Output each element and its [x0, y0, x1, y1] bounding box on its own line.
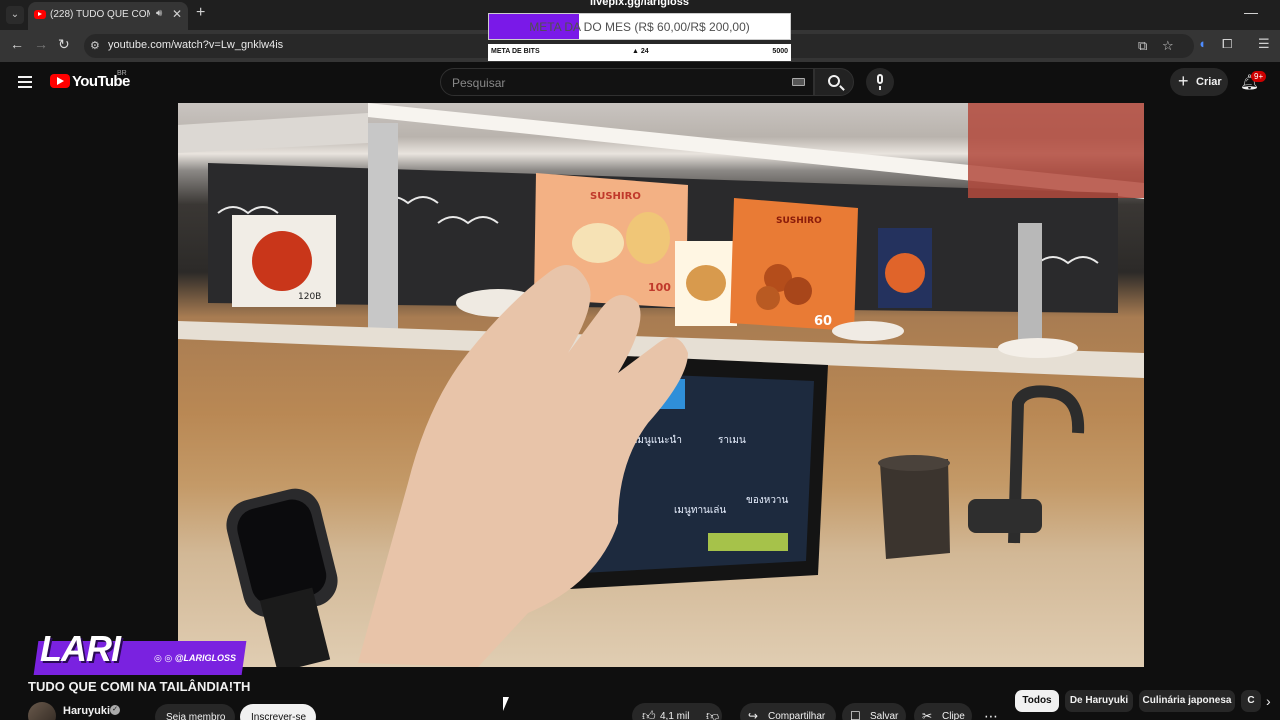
tablet-tile-2: เมนูแนะนำ	[634, 435, 682, 446]
poster-sushiro-2: SUSHIRO	[776, 216, 822, 226]
video-title: TUDO QUE COMI NA TAILÂNDIA!TH	[28, 679, 251, 694]
share-button[interactable]: ↪ Compartilhar	[740, 703, 836, 720]
chevron-right-icon[interactable]: ›	[1266, 693, 1271, 709]
video-player[interactable]: 120B SUSHIRO 100 SUSHIRO 60 เมนูแนะนำ เม…	[178, 103, 1144, 667]
chip-culinaria-japonesa[interactable]: Culinária japonesa	[1139, 690, 1235, 712]
menu-hamburger-icon[interactable]	[18, 76, 32, 91]
bits-goal-bar: META DE BITS ▲ 24 5000	[488, 44, 791, 61]
poster-sushiro-1: SUSHIRO	[590, 191, 641, 202]
tab-title: (228) TUDO QUE COMI NA TAILÂNDIA	[50, 9, 150, 20]
chip-partial[interactable]: C	[1241, 690, 1261, 712]
donation-goal-text: META DA DO MES (R$ 60,00/R$ 200,00)	[529, 20, 750, 34]
tablet-tile-6: ของหวาน	[746, 495, 789, 506]
video-frame: 120B SUSHIRO 100 SUSHIRO 60 เมนูแนะนำ เม…	[178, 103, 1144, 667]
poster-price-2: 100	[648, 281, 671, 294]
chrome-pillar	[368, 123, 398, 333]
tablet-tile-3: ราเมน	[718, 435, 746, 446]
browser-tab-active[interactable]: (228) TUDO QUE COMI NA TAILÂNDIA 🔊︎ ✕	[28, 2, 188, 30]
thumbs-up-icon: 👍︎	[642, 708, 656, 720]
close-icon[interactable]: ✕	[172, 7, 182, 21]
scissors-icon: ✂	[922, 709, 933, 720]
search-button[interactable]	[814, 68, 854, 96]
tablet-tile-5: เมนูทานเล่น	[674, 505, 726, 516]
share-arrow-icon: ↪	[748, 709, 759, 720]
search-placeholder: Pesquisar	[452, 76, 506, 90]
clip-button[interactable]: ✂ Clipe	[914, 703, 972, 720]
chip-label: C	[1247, 695, 1255, 706]
livepix-url: livepix.gg/larigloss	[589, 0, 690, 8]
speaker-icon[interactable]: 🔊︎	[156, 8, 162, 19]
microphone-icon	[877, 74, 883, 84]
create-label: Criar	[1196, 76, 1222, 88]
search-icon	[828, 75, 840, 87]
keyboard-icon[interactable]	[792, 78, 805, 86]
tab-search-chevron-icon[interactable]: ⌄	[6, 6, 24, 24]
streamer-handle-text: @LARIGLOSS	[174, 653, 236, 663]
bits-goal-current: ▲ 24	[632, 48, 649, 55]
streamer-handle: ◎ ◎ @LARIGLOSS	[154, 653, 236, 663]
like-button[interactable]: 👍︎ 4,1 mil 👎︎	[632, 703, 722, 720]
share-label: Compartilhar	[768, 711, 826, 720]
subscribe-label: Inscrever-se	[251, 712, 307, 720]
reload-icon[interactable]: ↻	[58, 36, 70, 53]
site-info-icon[interactable]: ⚙	[90, 39, 100, 52]
back-arrow-icon[interactable]: ←	[10, 36, 24, 52]
subscribe-button[interactable]: Inscrever-se	[240, 704, 316, 720]
donation-goal-bar: META DA DO MES (R$ 60,00/R$ 200,00)	[488, 13, 791, 40]
channel-avatar[interactable]	[28, 702, 56, 720]
bookmark-star-icon[interactable]: ☆	[1162, 38, 1174, 54]
notification-count-badge: 9+	[1251, 71, 1267, 82]
tea-cup	[880, 459, 950, 559]
save-playlist-icon: ☐	[850, 709, 861, 720]
chip-label: Culinária japonesa	[1142, 695, 1232, 706]
verified-check-icon: ✓	[110, 705, 120, 715]
search-input[interactable]: Pesquisar	[440, 68, 814, 96]
voice-search-button[interactable]	[866, 68, 894, 96]
mouse-cursor-icon	[503, 697, 509, 711]
thumbs-down-icon[interactable]: 👎︎	[706, 708, 719, 720]
window-minimize-icon[interactable]: —	[1244, 4, 1258, 20]
chip-de-haruyuki[interactable]: De Haruyuki	[1065, 690, 1133, 712]
extensions-puzzle-icon[interactable]: ⧠	[1222, 36, 1232, 52]
join-button[interactable]: Seja membro	[155, 704, 235, 720]
clip-label: Clipe	[942, 711, 965, 720]
youtube-region-code: BR	[117, 70, 127, 77]
chip-label: De Haruyuki	[1069, 695, 1129, 706]
save-label: Salvar	[870, 711, 899, 720]
chip-label: Todos	[1022, 695, 1052, 706]
join-label: Seja membro	[166, 712, 226, 720]
bits-goal-current-value: 24	[640, 48, 649, 55]
media-controls-icon[interactable]: ☰	[1258, 36, 1270, 52]
bits-goal-max: 5000	[772, 48, 788, 55]
chip-todos[interactable]: Todos	[1015, 690, 1059, 712]
url-text[interactable]: youtube.com/watch?v=Lw_gnklw4is	[108, 39, 283, 51]
poster-price-3: 60	[814, 314, 832, 329]
poster-price-1: 120B	[298, 292, 321, 302]
more-actions-icon[interactable]: ⋯	[984, 708, 999, 720]
forward-arrow-icon[interactable]: →	[34, 36, 48, 52]
plus-icon: +	[1178, 71, 1189, 91]
new-tab-plus-icon[interactable]: +	[196, 4, 205, 22]
save-button[interactable]: ☐ Salvar	[842, 703, 906, 720]
channel-name[interactable]: Haruyuki	[63, 705, 110, 717]
like-count: 4,1 mil	[660, 711, 690, 720]
create-button[interactable]: + Criar	[1170, 68, 1228, 96]
youtube-favicon-icon	[34, 10, 46, 19]
cast-icon[interactable]: ⧉	[1138, 38, 1147, 54]
youtube-logo-icon[interactable]	[50, 74, 70, 88]
extension-audio-icon[interactable]: ◖	[1198, 36, 1206, 51]
bits-goal-label: META DE BITS	[491, 48, 540, 55]
streamer-name: LARI	[40, 628, 121, 669]
youtube-masthead: YouTube BR Pesquisar + Criar 🔔︎ 9+	[0, 62, 1280, 102]
